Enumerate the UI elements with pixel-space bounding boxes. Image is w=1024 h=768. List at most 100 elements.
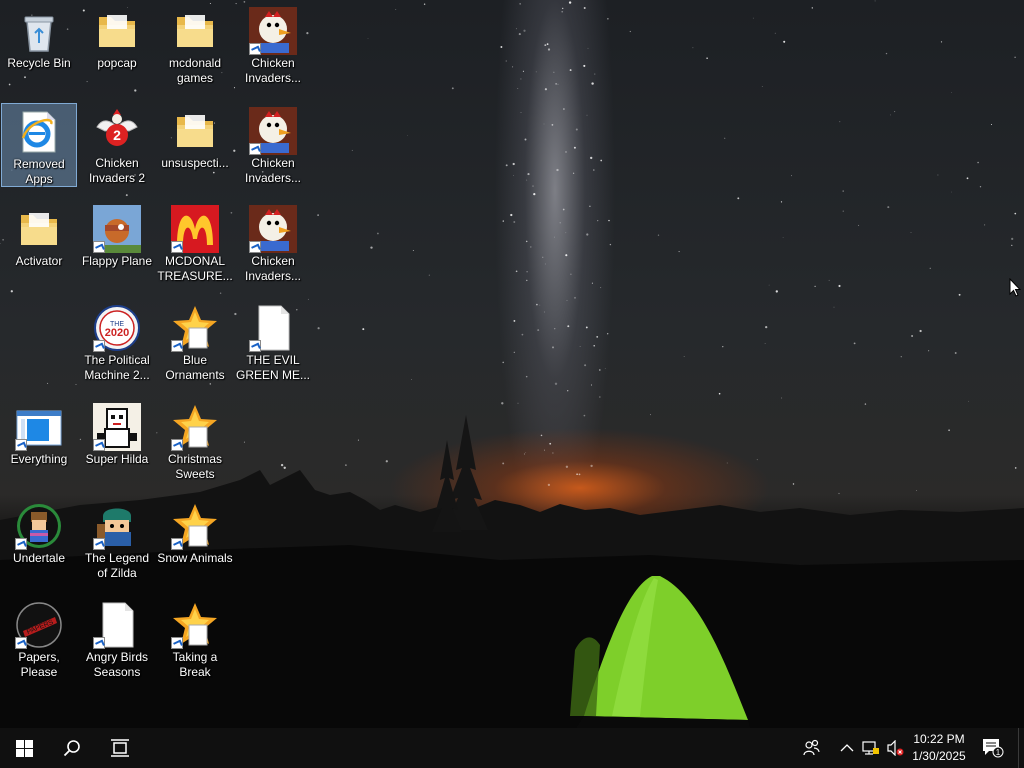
legend-of-zilda-icon — [93, 502, 141, 550]
desktop-icon-removed-apps[interactable]: Removed Apps — [1, 103, 77, 187]
volume-button[interactable] — [884, 728, 906, 768]
super-hilda-icon — [93, 403, 141, 451]
desktop-icon-blue-ornaments[interactable]: Blue Ornaments — [157, 300, 233, 384]
shortcut-arrow-icon — [15, 637, 27, 649]
desktop-icon-label: THE EVIL GREEN ME... — [235, 353, 310, 382]
shortcut-arrow-icon — [93, 439, 105, 451]
shortcut-arrow-icon — [249, 340, 261, 352]
star-game-icon — [171, 304, 219, 352]
show-desktop-button[interactable] — [1018, 728, 1024, 768]
people-icon — [803, 739, 820, 756]
clock-date: 1/30/2025 — [912, 749, 966, 763]
desktop-icon-mcdonald-games[interactable]: mcdonald games — [157, 3, 233, 87]
desktop-icon-angry-birds-seasons[interactable]: Angry Birds Seasons — [79, 597, 155, 681]
desktop-icon-label: Blue Ornaments — [165, 353, 225, 382]
shortcut-arrow-icon — [171, 538, 183, 550]
internet-explorer-icon — [15, 108, 63, 156]
desktop-icon-legend-of-zilda[interactable]: The Legend of Zilda — [79, 498, 155, 582]
desktop-icon-label: unsuspecti... — [161, 156, 229, 170]
people-button[interactable] — [798, 728, 826, 768]
shortcut-arrow-icon — [249, 43, 261, 55]
action-center-button[interactable]: 1 — [980, 728, 1006, 768]
svg-text:2: 2 — [113, 127, 121, 143]
folder-icon — [171, 7, 219, 55]
everything-search-icon — [15, 403, 63, 451]
desktop-icon-label: Christmas Sweets — [167, 452, 222, 481]
papers-please-icon: PAPERS — [15, 601, 63, 649]
desktop-icon-label: MCDONAL TREASURE... — [157, 254, 233, 283]
shortcut-arrow-icon — [249, 241, 261, 253]
svg-text:2020: 2020 — [105, 327, 129, 339]
taskbar: 10:22 PM 1/30/2025 1 — [0, 728, 1024, 768]
show-hidden-icons-button[interactable] — [836, 728, 858, 768]
star-game-icon — [171, 403, 219, 451]
chicken-invaders-icon — [249, 107, 297, 155]
shortcut-arrow-icon — [93, 340, 105, 352]
action-center-icon: 1 — [983, 739, 1004, 758]
star-game-icon — [171, 601, 219, 649]
desktop-icon-label: Undertale — [12, 551, 66, 565]
start-button[interactable] — [0, 728, 48, 768]
desktop-icon-label: popcap — [97, 56, 137, 70]
chicken-invaders-icon — [249, 7, 297, 55]
task-view-button[interactable] — [96, 728, 144, 768]
desktop-icon-christmas-sweets[interactable]: Christmas Sweets — [157, 399, 233, 483]
desktop-icon-label: Super Hilda — [85, 452, 149, 466]
desktop-icon-label: The Legend of Zilda — [84, 551, 150, 580]
desktop-icon-chicken-invaders-2[interactable]: 2 Chicken Invaders 2 — [79, 103, 155, 187]
chicken-invaders-2-icon: 2 — [93, 107, 141, 155]
desktop-icon-popcap[interactable]: popcap — [79, 3, 155, 87]
shortcut-arrow-icon — [171, 340, 183, 352]
flappy-plane-icon — [93, 205, 141, 253]
shortcut-arrow-icon — [249, 143, 261, 155]
blank-file-icon — [249, 304, 297, 352]
shortcut-arrow-icon — [171, 637, 183, 649]
blank-file-icon — [93, 601, 141, 649]
taskbar-clock[interactable]: 10:22 PM 1/30/2025 — [905, 731, 973, 765]
shortcut-arrow-icon — [171, 439, 183, 451]
shortcut-arrow-icon — [93, 637, 105, 649]
desktop-icon-political-machine[interactable]: THE 2020 The Political Machine 2... — [79, 300, 155, 384]
shortcut-arrow-icon — [15, 538, 27, 550]
desktop-icon-snow-animals[interactable]: Snow Animals — [157, 498, 233, 582]
desktop-icon-label: Removed Apps — [13, 157, 65, 186]
folder-icon — [171, 107, 219, 155]
mcdonalds-icon — [171, 205, 219, 253]
desktop-icon-flappy-plane[interactable]: Flappy Plane — [79, 201, 155, 285]
volume-muted-icon — [887, 740, 904, 756]
desktop-icon-label: Chicken Invaders... — [244, 56, 302, 85]
network-button[interactable] — [860, 728, 882, 768]
task-view-icon — [111, 739, 129, 757]
desktop-icon-chicken-invaders-1[interactable]: Chicken Invaders... — [235, 3, 311, 87]
desktop-icon-recycle-bin[interactable]: Recycle Bin — [1, 3, 77, 87]
desktop-icon-everything[interactable]: Everything — [1, 399, 77, 483]
shortcut-arrow-icon — [93, 538, 105, 550]
desktop-icon-undertale[interactable]: Undertale — [1, 498, 77, 582]
folder-icon — [15, 205, 63, 253]
desktop-icon-mcdonal-treasure[interactable]: MCDONAL TREASURE... — [157, 201, 233, 285]
desktop-icon-activator[interactable]: Activator — [1, 201, 77, 285]
desktop-icon-unsuspecting[interactable]: unsuspecti... — [157, 103, 233, 187]
clock-time: 10:22 PM — [913, 732, 965, 746]
desktop-icon-chicken-invaders-4[interactable]: Chicken Invaders... — [235, 201, 311, 285]
desktop-icon-label: Flappy Plane — [81, 254, 153, 268]
desktop-icon-label: Papers, Please — [18, 650, 60, 679]
desktop-icon-label: Chicken Invaders 2 — [88, 156, 146, 185]
desktop-icon-taking-a-break[interactable]: Taking a Break — [157, 597, 233, 681]
desktop-icon-label: Activator — [15, 254, 63, 268]
chevron-up-icon — [840, 744, 854, 752]
desktop-icon-label: Chicken Invaders... — [244, 156, 302, 185]
desktop-icon-evil-green-me[interactable]: THE EVIL GREEN ME... — [235, 300, 311, 384]
desktop-icon-chicken-invaders-3[interactable]: Chicken Invaders... — [235, 103, 311, 187]
recycle-bin-icon — [15, 7, 63, 55]
political-machine-icon: THE 2020 — [93, 304, 141, 352]
search-button[interactable] — [48, 728, 96, 768]
desktop-icon-papers-please[interactable]: PAPERS Papers, Please — [1, 597, 77, 681]
star-game-icon — [171, 502, 219, 550]
desktop-icon-label: Recycle Bin — [7, 56, 71, 70]
shortcut-arrow-icon — [93, 241, 105, 253]
desktop-icon-super-hilda[interactable]: Super Hilda — [79, 399, 155, 483]
undertale-icon — [15, 502, 63, 550]
notification-count: 1 — [996, 748, 1001, 757]
desktop[interactable]: Recycle Bin popcap mcdonald games Chicken I… — [0, 0, 1024, 728]
